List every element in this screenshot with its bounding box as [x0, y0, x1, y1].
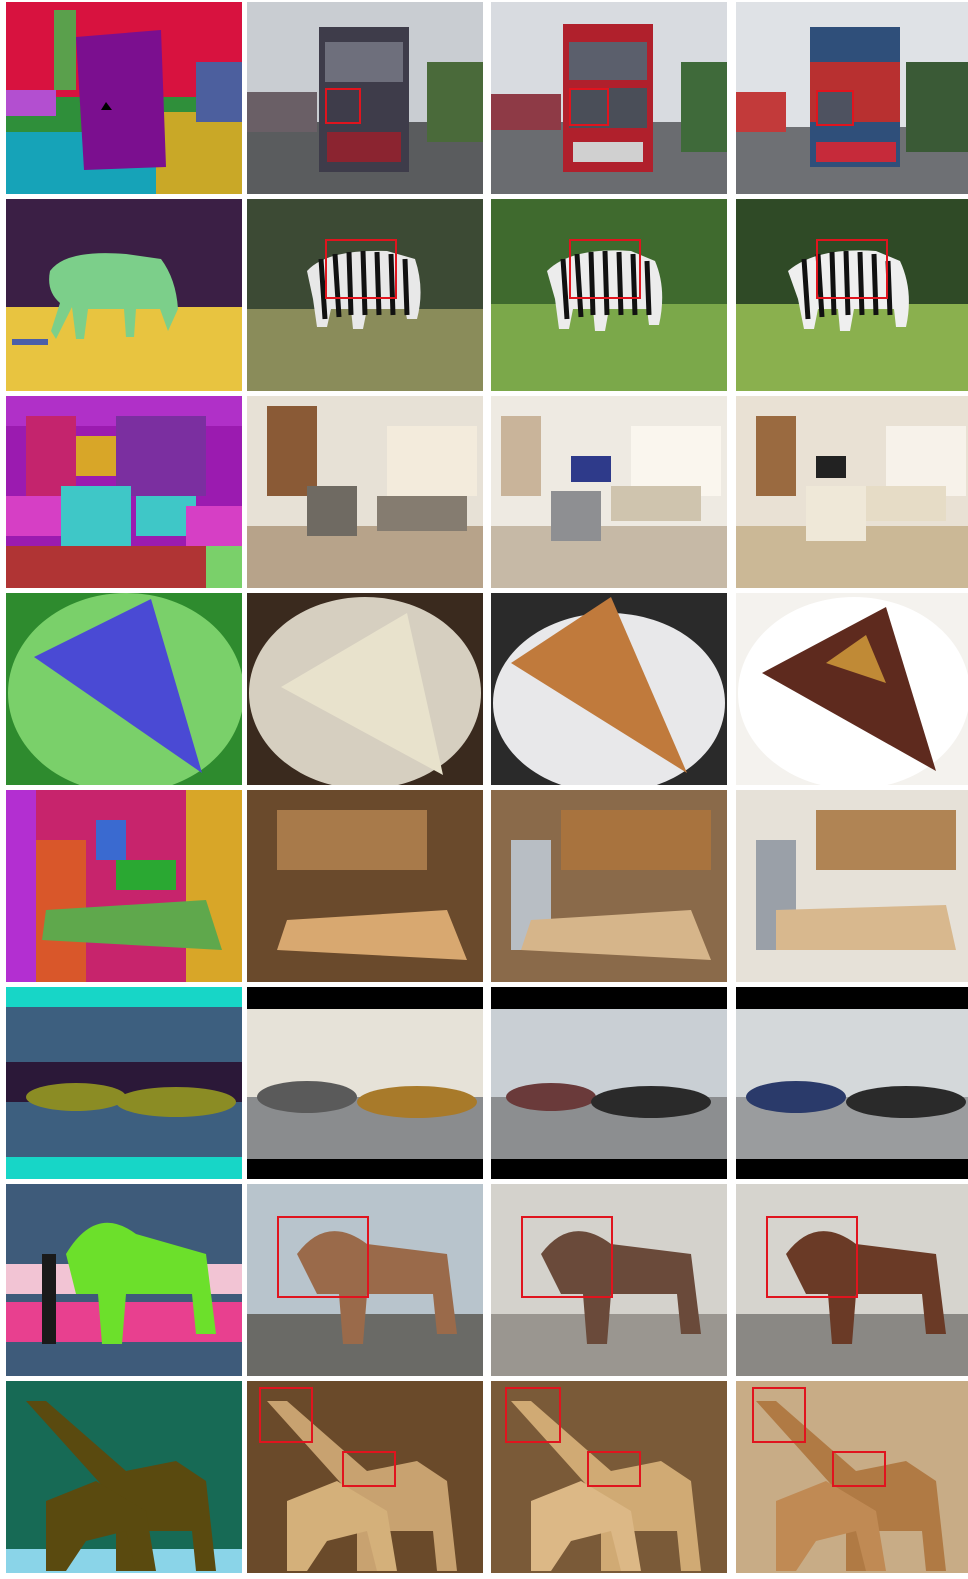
result-image-cake-b	[491, 593, 727, 785]
result-image-living-room-a	[247, 396, 483, 588]
image-grid	[0, 0, 968, 1579]
result-image-cake-a	[247, 593, 483, 785]
highlight-box	[259, 1387, 313, 1443]
result-image-zebra-c	[736, 199, 968, 391]
grid-row-giraffes	[0, 1381, 968, 1573]
highlight-box	[752, 1387, 806, 1443]
highlight-box	[569, 239, 641, 299]
highlight-box	[587, 1451, 641, 1487]
highlight-box	[816, 239, 888, 299]
result-image-motorcycles-c	[736, 987, 968, 1179]
highlight-box	[342, 1451, 396, 1487]
highlight-box	[325, 239, 397, 299]
result-image-kitchen-a	[247, 790, 483, 982]
label-map-living-room	[6, 396, 242, 588]
highlight-box	[277, 1216, 369, 1298]
result-image-horses-c	[736, 1184, 968, 1376]
grid-row-motorcycles	[0, 987, 968, 1179]
highlight-box	[521, 1216, 613, 1298]
highlight-box	[816, 90, 854, 126]
result-image-giraffes-b	[491, 1381, 727, 1573]
result-image-bus-b	[491, 2, 727, 194]
result-image-motorcycles-a	[247, 987, 483, 1179]
result-image-giraffes-a	[247, 1381, 483, 1573]
highlight-box	[325, 88, 361, 124]
result-image-zebra-a	[247, 199, 483, 391]
label-map-horses	[6, 1184, 242, 1376]
result-image-living-room-c	[736, 396, 968, 588]
label-map-giraffes	[6, 1381, 242, 1573]
result-image-kitchen-b	[491, 790, 727, 982]
grid-row-living-room	[0, 396, 968, 588]
result-image-horses-b	[491, 1184, 727, 1376]
label-map-bus	[6, 2, 242, 194]
grid-row-bus	[0, 2, 968, 194]
highlight-box	[766, 1216, 858, 1298]
highlight-box	[832, 1451, 886, 1487]
result-image-zebra-b	[491, 199, 727, 391]
result-image-horses-a	[247, 1184, 483, 1376]
result-image-bus-c	[736, 2, 968, 194]
result-image-kitchen-c	[736, 790, 968, 982]
result-image-living-room-b	[491, 396, 727, 588]
result-image-motorcycles-b	[491, 987, 727, 1179]
result-image-cake-c	[736, 593, 968, 785]
highlight-box	[569, 88, 609, 126]
label-map-zebra	[6, 199, 242, 391]
result-image-bus-a	[247, 2, 483, 194]
result-image-giraffes-c	[736, 1381, 968, 1573]
label-map-motorcycles	[6, 987, 242, 1179]
grid-row-cake	[0, 593, 968, 785]
highlight-box	[505, 1387, 561, 1443]
label-map-kitchen	[6, 790, 242, 982]
grid-row-zebra	[0, 199, 968, 391]
grid-row-kitchen	[0, 790, 968, 982]
grid-row-horses	[0, 1184, 968, 1376]
label-map-cake	[6, 593, 242, 785]
